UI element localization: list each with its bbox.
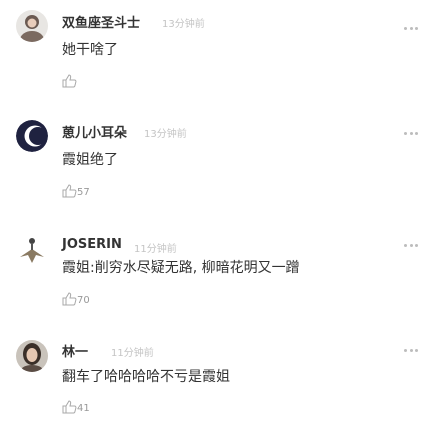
avatar[interactable] [16,10,48,42]
thumbs-up-icon [62,184,77,198]
like-button[interactable]: 70 [62,288,90,306]
more-dots-icon[interactable] [404,25,418,31]
more-dots-icon[interactable] [404,130,418,136]
more-dots-icon[interactable] [404,242,418,248]
comment-item: 林一 11分钟前 翻车了哈哈哈哈不亏是霞姐 41 [0,330,440,430]
username[interactable]: 葸儿小耳朵 [62,122,127,141]
username[interactable]: 双鱼座圣斗士 [62,12,140,31]
thumbs-up-icon [62,292,77,306]
comment-text: 霞姐绝了 [62,152,118,168]
like-button[interactable]: 41 [62,396,90,414]
timestamp: 11分钟前 [111,348,154,359]
comment-item: JOSERIN 11分钟前 霞姐:削穷水尽疑无路, 柳暗花明又一蹭 70 [0,225,440,325]
like-button[interactable]: 57 [62,180,90,198]
timestamp: 13分钟前 [162,19,205,30]
username[interactable]: 林一 [62,341,88,360]
username[interactable]: JOSERIN [62,237,122,252]
like-count: 57 [77,187,90,198]
comment-item: 双鱼座圣斗士 13分钟前 她干啥了 [0,0,440,100]
comment-text: 她干啥了 [62,42,118,58]
avatar[interactable] [16,340,48,372]
thumbs-up-icon [62,400,77,414]
comment-list: 双鱼座圣斗士 13分钟前 她干啥了 葸儿小耳朵 13分钟前 霞姐绝了 57 JO… [0,0,440,430]
like-button[interactable] [62,70,77,88]
avatar[interactable] [16,235,48,267]
comment-item: 葸儿小耳朵 13分钟前 霞姐绝了 57 [0,110,440,210]
more-dots-icon[interactable] [404,347,418,353]
like-count: 70 [77,295,90,306]
timestamp: 11分钟前 [134,244,177,255]
like-count: 41 [77,403,90,414]
timestamp: 13分钟前 [144,129,187,140]
avatar[interactable] [16,120,48,152]
comment-text: 翻车了哈哈哈哈不亏是霞姐 [62,369,230,385]
thumbs-up-icon [62,74,77,88]
comment-text: 霞姐:削穷水尽疑无路, 柳暗花明又一蹭 [62,260,300,276]
